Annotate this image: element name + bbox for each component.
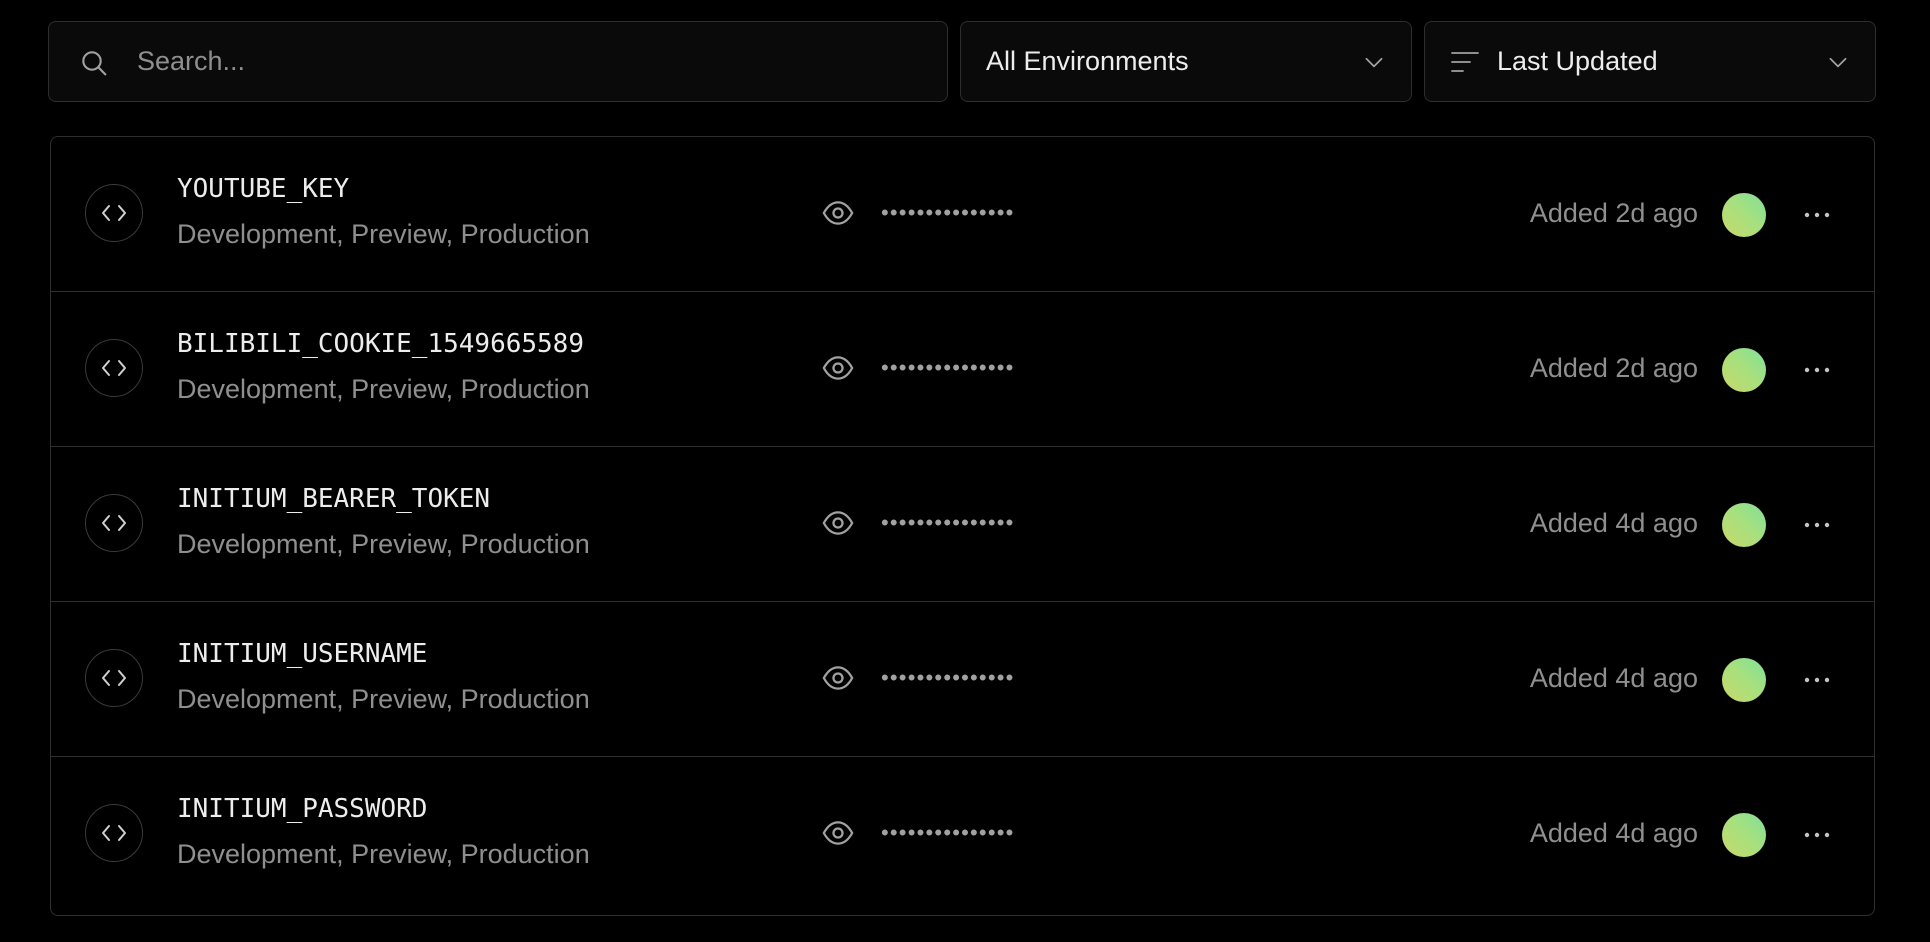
masked-value: •••••••••••••••: [881, 665, 1015, 690]
variable-environments: Development, Preview, Production: [177, 374, 590, 404]
more-horizontal-icon[interactable]: [1801, 354, 1833, 386]
search-icon: [82, 51, 107, 76]
masked-value: •••••••••••••••: [881, 355, 1015, 380]
masked-value: •••••••••••••••: [881, 510, 1015, 535]
avatar: [1722, 658, 1766, 702]
variable-name: INITIUM_PASSWORD: [177, 794, 428, 824]
variables-list: YOUTUBE_KEY Development, Preview, Produc…: [50, 136, 1875, 916]
avatar: [1722, 813, 1766, 857]
variable-environments: Development, Preview, Production: [177, 684, 590, 714]
code-brackets-icon: [85, 804, 143, 862]
environment-variables-page: All Environments Last Updated: [0, 0, 1930, 942]
toolbar: All Environments Last Updated: [48, 21, 1876, 104]
chevron-down-icon: [1829, 57, 1847, 68]
sort-dropdown[interactable]: Last Updated: [1424, 21, 1876, 102]
added-timestamp: Added 4d ago: [1529, 663, 1698, 693]
variable-environments: Development, Preview, Production: [177, 529, 590, 559]
more-horizontal-icon[interactable]: [1801, 199, 1833, 231]
variable-environments: Development, Preview, Production: [177, 839, 590, 869]
masked-value: •••••••••••••••: [881, 200, 1015, 225]
eye-icon[interactable]: [821, 351, 855, 385]
variable-name: YOUTUBE_KEY: [177, 174, 350, 204]
variable-row[interactable]: INITIUM_USERNAME Development, Preview, P…: [51, 602, 1874, 757]
variable-row[interactable]: INITIUM_PASSWORD Development, Preview, P…: [51, 757, 1874, 912]
more-horizontal-icon[interactable]: [1801, 819, 1833, 851]
sort-label: Last Updated: [1497, 46, 1658, 76]
variable-name: BILIBILI_COOKIE_1549665589: [177, 329, 584, 359]
variable-row[interactable]: YOUTUBE_KEY Development, Preview, Produc…: [51, 137, 1874, 292]
more-horizontal-icon[interactable]: [1801, 664, 1833, 696]
sort-lines-icon: [1451, 52, 1479, 72]
environment-filter-label: All Environments: [986, 46, 1189, 76]
environment-filter-dropdown[interactable]: All Environments: [960, 21, 1412, 102]
more-horizontal-icon[interactable]: [1801, 509, 1833, 541]
variable-name: INITIUM_BEARER_TOKEN: [177, 484, 491, 514]
code-brackets-icon: [85, 649, 143, 707]
search-box[interactable]: [48, 21, 948, 102]
eye-icon[interactable]: [821, 816, 855, 850]
chevron-down-icon: [1365, 57, 1383, 68]
code-brackets-icon: [85, 184, 143, 242]
variable-environments: Development, Preview, Production: [177, 219, 590, 249]
avatar: [1722, 193, 1766, 237]
added-timestamp: Added 4d ago: [1529, 508, 1698, 538]
search-input[interactable]: [137, 22, 917, 101]
added-timestamp: Added 2d ago: [1529, 353, 1698, 383]
variable-row[interactable]: INITIUM_BEARER_TOKEN Development, Previe…: [51, 447, 1874, 602]
eye-icon[interactable]: [821, 196, 855, 230]
masked-value: •••••••••••••••: [881, 820, 1015, 845]
code-brackets-icon: [85, 339, 143, 397]
code-brackets-icon: [85, 494, 143, 552]
eye-icon[interactable]: [821, 661, 855, 695]
variable-name: INITIUM_USERNAME: [177, 639, 428, 669]
variable-row[interactable]: BILIBILI_COOKIE_1549665589 Development, …: [51, 292, 1874, 447]
avatar: [1722, 503, 1766, 547]
added-timestamp: Added 2d ago: [1529, 198, 1698, 228]
eye-icon[interactable]: [821, 506, 855, 540]
avatar: [1722, 348, 1766, 392]
added-timestamp: Added 4d ago: [1529, 818, 1698, 848]
